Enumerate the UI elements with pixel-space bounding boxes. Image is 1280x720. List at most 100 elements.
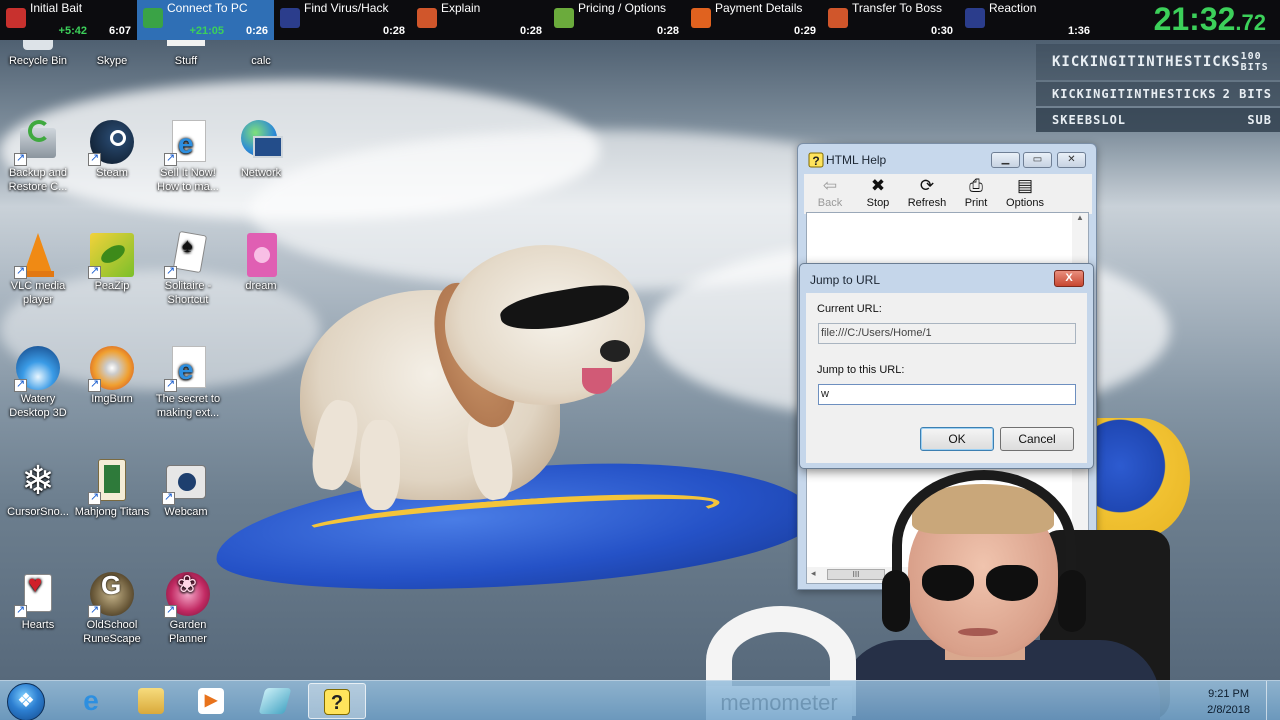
watery-desktop-icon bbox=[14, 346, 60, 392]
desktop-icon-webcam[interactable]: Webcam bbox=[148, 459, 224, 519]
desktop-icon-stuff[interactable]: Stuff bbox=[148, 36, 224, 68]
dream-file-icon bbox=[239, 233, 283, 277]
split-delta: +5:42 bbox=[58, 25, 87, 37]
split-name: Reaction bbox=[989, 1, 1037, 15]
desktop-icon-label: Mahjong Titans bbox=[74, 506, 150, 518]
headset bbox=[892, 470, 1076, 620]
desktop-icon-label: Hearts bbox=[21, 619, 55, 631]
print-button[interactable]: ⎙ Print bbox=[951, 174, 1001, 209]
stop-button[interactable]: ✖ Stop bbox=[853, 174, 903, 209]
split-segment: Payment Details 0:29 bbox=[685, 0, 822, 40]
desktop-icon-label: Network bbox=[240, 167, 282, 179]
alert-name: KICKINGITINTHESTICKS bbox=[1052, 87, 1217, 101]
alert-value: SUB bbox=[1247, 113, 1272, 127]
desktop-icon-mahjong[interactable]: Mahjong Titans bbox=[74, 459, 150, 519]
minimize-button[interactable]: ▁ bbox=[991, 152, 1020, 168]
desktop-icon-steam[interactable]: Steam bbox=[74, 120, 150, 180]
dialog-close-button[interactable]: X bbox=[1054, 270, 1084, 287]
taskbar-media-player[interactable]: ▶ bbox=[182, 683, 240, 719]
current-url-field: file:///C:/Users/Home/1 bbox=[818, 323, 1076, 344]
ok-button[interactable]: OK bbox=[920, 427, 994, 451]
split-segment: Pricing / Options 0:28 bbox=[548, 0, 685, 40]
desktop-icon-label: Garden Planner bbox=[169, 619, 207, 645]
desktop-icon-calc[interactable]: calc bbox=[223, 36, 299, 68]
alert-row: KICKINGITINTHESTICKS 100 BITS bbox=[1036, 44, 1280, 80]
split-segment: Initial Bait +5:42 6:07 bbox=[0, 0, 137, 40]
maximize-button[interactable]: ▭ bbox=[1023, 152, 1052, 168]
desktop-icon-label: Solitaire - Shortcut bbox=[164, 280, 212, 306]
alert-row: KICKINGITINTHESTICKS 2 BITS bbox=[1036, 82, 1280, 106]
internet-explorer-shortcut-icon: e bbox=[164, 120, 210, 166]
split-name: Explain bbox=[441, 1, 481, 15]
split-delta: +21:05 bbox=[189, 25, 224, 37]
desktop-icon-watery-desktop[interactable]: Watery Desktop 3D bbox=[0, 346, 76, 420]
desktop-icon-secret[interactable]: e The secret to making ext... bbox=[150, 346, 226, 420]
desktop-icon-label: dream bbox=[245, 280, 277, 292]
headset-cup-left bbox=[882, 570, 910, 632]
desktop-icon-label: Skype bbox=[96, 55, 128, 67]
desktop-icon-label: Webcam bbox=[164, 506, 208, 518]
cancel-button[interactable]: Cancel bbox=[1000, 427, 1074, 451]
desktop-icon-osrs[interactable]: G OldSchool RuneScape bbox=[74, 572, 150, 646]
taskbar-html-help[interactable]: ? bbox=[308, 683, 366, 719]
options-button[interactable]: ▤ Options bbox=[1000, 174, 1050, 209]
refresh-button[interactable]: ⟳ Refresh bbox=[902, 174, 952, 209]
desktop-icon-network[interactable]: Network bbox=[223, 120, 299, 180]
taskbar-app[interactable] bbox=[246, 683, 304, 719]
dog-nose bbox=[600, 340, 630, 362]
internet-explorer-icon: e bbox=[83, 685, 99, 716]
vlc-cone-icon bbox=[14, 233, 60, 279]
desktop-icon-cursorsnow[interactable]: ❄ CursorSno... bbox=[0, 459, 76, 519]
alert-value: 100 BITS bbox=[1240, 51, 1269, 73]
timer-fraction: .72 bbox=[1235, 10, 1266, 35]
network-icon bbox=[239, 120, 283, 164]
speedrun-splits-bar: Initial Bait +5:42 6:07 Connect To PC +21:05… bbox=[0, 0, 1280, 40]
options-icon: ▤ bbox=[1016, 176, 1034, 195]
back-button[interactable]: ⇦ Back bbox=[805, 174, 855, 209]
stop-label: Stop bbox=[866, 197, 890, 209]
fire-icon bbox=[691, 8, 711, 28]
jump-url-input[interactable]: w bbox=[818, 384, 1076, 405]
desktop-icon-skype[interactable]: Skype bbox=[74, 36, 150, 68]
stop-icon: ✖ bbox=[870, 176, 886, 195]
back-label: Back bbox=[817, 197, 843, 209]
split-time: 0:28 bbox=[382, 25, 405, 37]
desktop-icon-garden-planner[interactable]: ❀ Garden Planner bbox=[150, 572, 226, 646]
close-button[interactable]: ✕ bbox=[1057, 152, 1086, 168]
split-segment: Transfer To Boss 0:30 bbox=[822, 0, 959, 40]
imgburn-disc-icon bbox=[88, 346, 134, 392]
desktop-icon-recycle-bin[interactable]: Recycle Bin bbox=[0, 36, 76, 68]
desktop-icon-label: OldSchool RuneScape bbox=[83, 619, 141, 645]
snowflake-icon: ❄ bbox=[21, 459, 55, 503]
refresh-icon: ⟳ bbox=[919, 176, 935, 195]
system-clock[interactable]: 9:21 PM 2/8/2018 bbox=[1207, 686, 1250, 718]
taskbar-file-explorer[interactable] bbox=[122, 683, 180, 719]
folder-icon bbox=[138, 688, 164, 714]
desktop-icon-hearts[interactable]: ♥ Hearts bbox=[0, 572, 76, 632]
desktop-icon-imgburn[interactable]: ImgBurn bbox=[74, 346, 150, 406]
blue-face-icon bbox=[965, 8, 985, 28]
split-time: 0:29 bbox=[793, 25, 816, 37]
desktop-icon-backup[interactable]: Backup and Restore C... bbox=[0, 120, 76, 194]
start-button[interactable] bbox=[7, 683, 45, 720]
desktop-icon-peazip[interactable]: PeaZip bbox=[74, 233, 150, 293]
scroll-left-icon[interactable]: ◂ bbox=[811, 568, 816, 579]
desktop-icon-label: Sell It Now! How to ma... bbox=[157, 167, 219, 193]
jump-to-url-dialog: Jump to URL X Current URL: file:///C:/Us… bbox=[799, 263, 1094, 469]
peazip-icon bbox=[88, 233, 134, 279]
desktop-icon-solitaire[interactable]: ♠ Solitaire - Shortcut bbox=[150, 230, 226, 307]
split-segment: Reaction 1:36 bbox=[959, 0, 1096, 40]
split-name: Transfer To Boss bbox=[852, 1, 943, 15]
desktop-icon-dream[interactable]: dream bbox=[223, 233, 299, 293]
desktop-icon-vlc[interactable]: VLC media player bbox=[0, 233, 76, 307]
taskbar: e ▶ ? 9:21 PM 2/8/2018 bbox=[0, 680, 1280, 720]
taskbar-internet-explorer[interactable]: e bbox=[62, 683, 120, 719]
split-segment: Find Virus/Hack 0:28 bbox=[274, 0, 411, 40]
desktop-icon-sell-it-now[interactable]: e Sell It Now! How to ma... bbox=[150, 120, 226, 194]
sunglasses-left-lens bbox=[922, 565, 974, 601]
split-name: Find Virus/Hack bbox=[304, 1, 389, 15]
runescape-icon: G bbox=[88, 572, 134, 618]
dialog-title: Jump to URL bbox=[810, 273, 881, 287]
show-desktop-button[interactable] bbox=[1266, 681, 1280, 720]
split-name: Pricing / Options bbox=[578, 1, 667, 15]
